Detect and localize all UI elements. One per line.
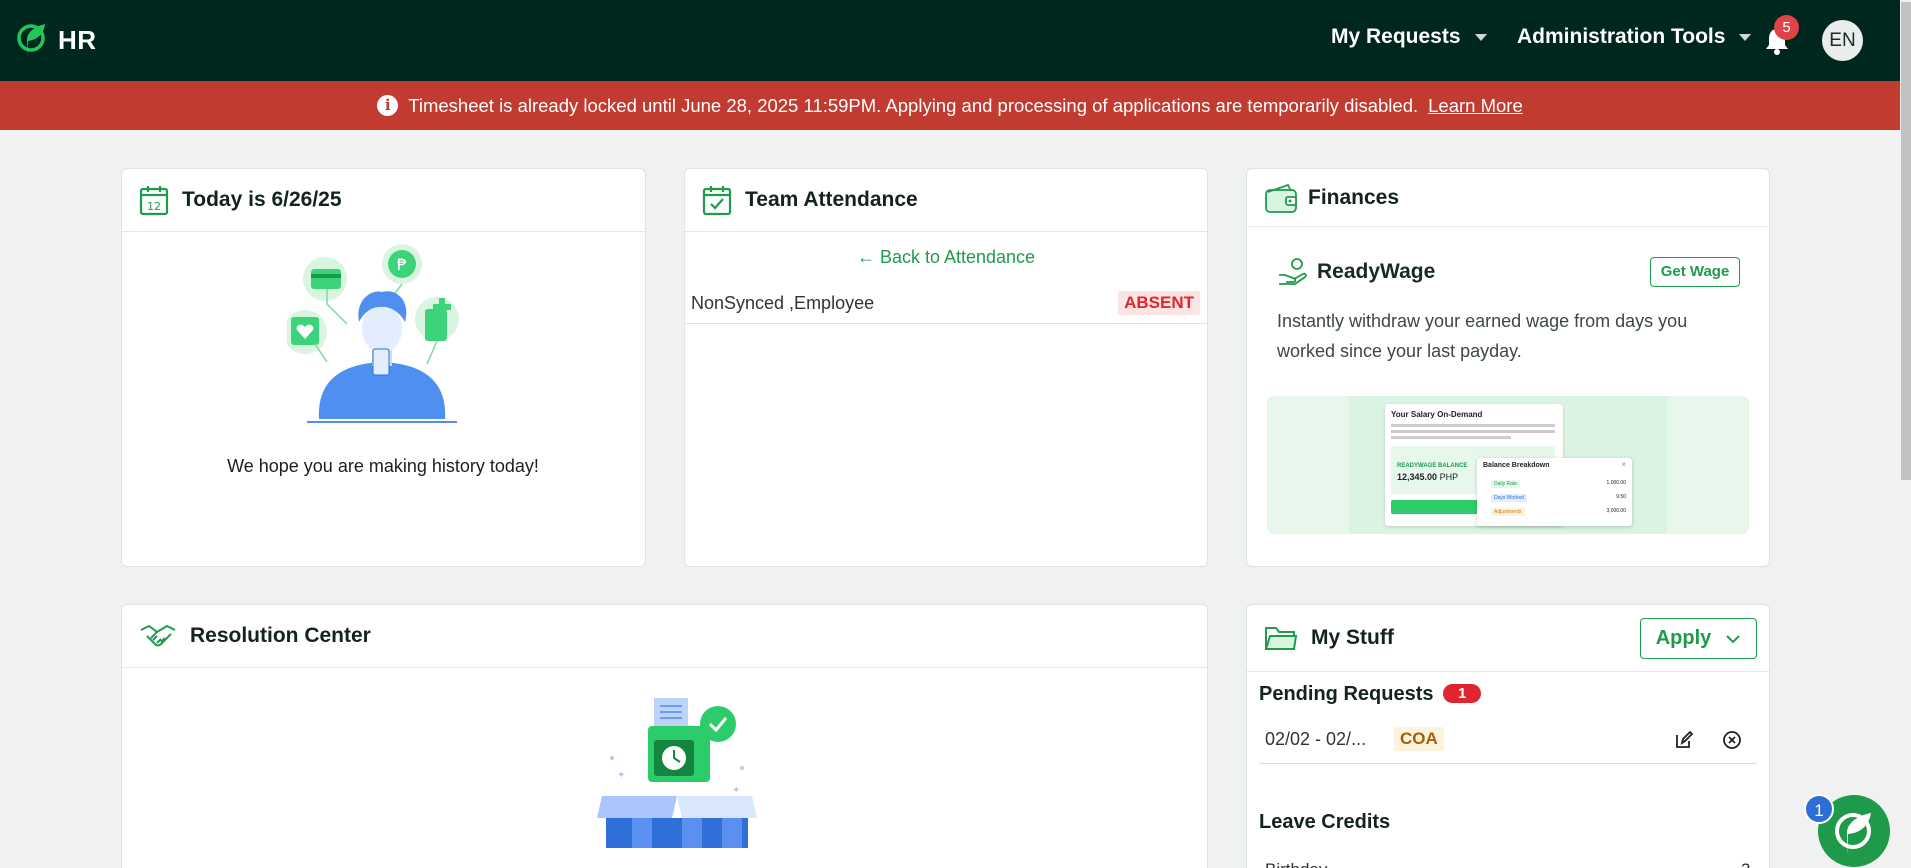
card-header: Team Attendance — [685, 169, 1207, 232]
user-avatar[interactable]: EN — [1822, 20, 1863, 61]
card-header: Resolution Center — [122, 605, 1207, 668]
preview-line — [1391, 424, 1555, 427]
chat-unread-badge: 1 — [1804, 794, 1834, 824]
my-requests-label: My Requests — [1331, 25, 1461, 48]
card-title: Team Attendance — [745, 188, 918, 211]
empty-box-illustration: ✦ ✦ — [597, 698, 757, 848]
brand[interactable]: HR — [16, 20, 97, 60]
pending-request-row[interactable]: 02/02 - 02/... COA — [1259, 718, 1757, 764]
chevron-down-icon — [1739, 33, 1752, 41]
leaf-logo-icon — [1835, 813, 1871, 855]
readywage-preview-banner: Your Salary On-Demand READYWAGE BALANCE … — [1267, 396, 1749, 534]
app-title: HR — [58, 24, 97, 55]
card-title: Today is 6/26/25 — [182, 188, 342, 211]
employee-name: NonSynced ,Employee — [691, 293, 875, 313]
request-type-badge: COA — [1394, 727, 1444, 751]
leave-credit-value: 3 — [1741, 860, 1750, 868]
status-badge: ABSENT — [1118, 291, 1200, 315]
calendar-check-icon — [702, 186, 732, 216]
card-header: 12 Today is 6/26/25 — [122, 169, 645, 232]
leaf-logo-icon — [17, 24, 45, 58]
apply-label: Apply — [1655, 627, 1712, 649]
breakdown-value: 1,000.00 — [1606, 480, 1626, 486]
cancel-icon[interactable] — [1721, 729, 1743, 751]
breakdown-label: Days Worked — [1491, 494, 1527, 502]
alert-message: Timesheet is already locked until June 2… — [408, 94, 1419, 116]
hand-coin-icon — [1279, 258, 1307, 285]
balance-value: 12,345.00 PHP — [1397, 472, 1459, 482]
notification-count-badge: 5 — [1774, 15, 1799, 40]
breakdown-label: Adjustments — [1491, 508, 1525, 516]
chevron-down-icon — [1726, 634, 1740, 643]
apply-button[interactable]: Apply — [1640, 618, 1757, 659]
leave-credit-label: Birthday — [1265, 860, 1327, 868]
pending-requests-heading: Pending Requests 1 — [1259, 683, 1482, 706]
handshake-icon — [140, 624, 176, 647]
card-title: My Stuff — [1311, 626, 1394, 649]
breakdown-value: 9.50 — [1616, 494, 1626, 500]
preview-heading: Your Salary On-Demand — [1391, 410, 1483, 419]
today-card: 12 Today is 6/26/25 ₱ We hope you are ma… — [121, 168, 646, 567]
my-requests-menu[interactable]: My Requests — [1331, 25, 1487, 49]
svg-text:12: 12 — [147, 200, 161, 213]
card-title: Resolution Center — [190, 624, 371, 647]
administration-tools-label: Administration Tools — [1517, 25, 1726, 48]
get-wage-button[interactable]: Get Wage — [1650, 257, 1740, 287]
resolution-center-card: Resolution Center ✦ ✦ — [121, 604, 1208, 868]
folder-icon — [1264, 627, 1298, 650]
breakdown-value: 3,000.00 — [1606, 508, 1626, 514]
readywage-title: ReadyWage — [1317, 260, 1436, 283]
breakdown-label: Daily Rate — [1491, 480, 1521, 488]
finances-card: Finances ReadyWage Get Wage Instantly wi… — [1246, 168, 1770, 567]
team-attendance-card: Team Attendance ← Back to Attendance Non… — [684, 168, 1208, 567]
card-header: Finances — [1247, 169, 1769, 227]
breakdown-title: Balance Breakdown — [1483, 462, 1550, 469]
wallet-icon — [1265, 183, 1297, 213]
person-with-phone-illustration: ₱ — [287, 244, 459, 423]
pending-requests-label: Pending Requests — [1259, 683, 1434, 705]
request-date: 02/02 - 02/... — [1265, 729, 1367, 749]
leave-credits-heading: Leave Credits — [1259, 811, 1391, 833]
chevron-down-icon — [1474, 33, 1487, 41]
preview-line — [1391, 436, 1511, 439]
readywage-description: Instantly withdraw your earned wage from… — [1277, 311, 1688, 361]
svg-text:✦: ✦ — [732, 785, 740, 796]
balance-label: READYWAGE BALANCE — [1397, 463, 1468, 469]
svg-text:✦: ✦ — [617, 770, 625, 781]
learn-more-link[interactable]: Learn More — [1428, 95, 1523, 117]
my-stuff-card: My Stuff Apply Pending Requests 1 02/02 … — [1246, 604, 1770, 868]
balance-breakdown-popup: Balance Breakdown × Daily Rate 1,000.00 … — [1477, 458, 1632, 526]
page-scrollbar-thumb[interactable] — [1901, 2, 1911, 480]
close-icon: × — [1621, 460, 1626, 469]
edit-icon[interactable] — [1673, 729, 1695, 751]
back-to-attendance-link[interactable]: ← Back to Attendance — [685, 247, 1207, 268]
timesheet-lock-alert: i Timesheet is already locked until June… — [0, 81, 1900, 130]
withdraw-bar — [1391, 500, 1481, 514]
info-icon: i — [377, 95, 399, 116]
calendar-icon: 12 — [139, 186, 169, 216]
administration-tools-menu[interactable]: Administration Tools — [1517, 25, 1752, 49]
card-title: Finances — [1308, 185, 1400, 209]
attendance-row[interactable]: NonSynced ,Employee ABSENT — [685, 284, 1207, 324]
today-message: We hope you are making history today! — [227, 456, 539, 476]
preview-line — [1391, 430, 1555, 433]
top-navbar: HR My Requests Administration Tools 5 EN — [0, 0, 1911, 81]
pending-count-badge: 1 — [1443, 684, 1482, 703]
svg-text:₱: ₱ — [397, 255, 407, 274]
